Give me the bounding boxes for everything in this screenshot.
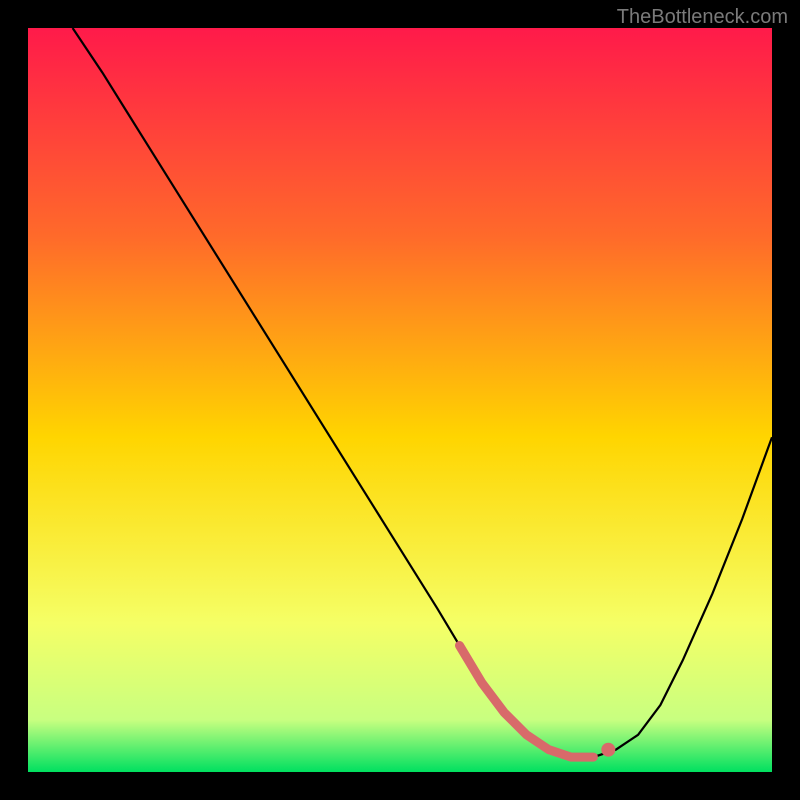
bottleneck-curve xyxy=(28,28,772,772)
chart-plot-area xyxy=(28,28,772,772)
watermark-text: TheBottleneck.com xyxy=(617,6,788,29)
